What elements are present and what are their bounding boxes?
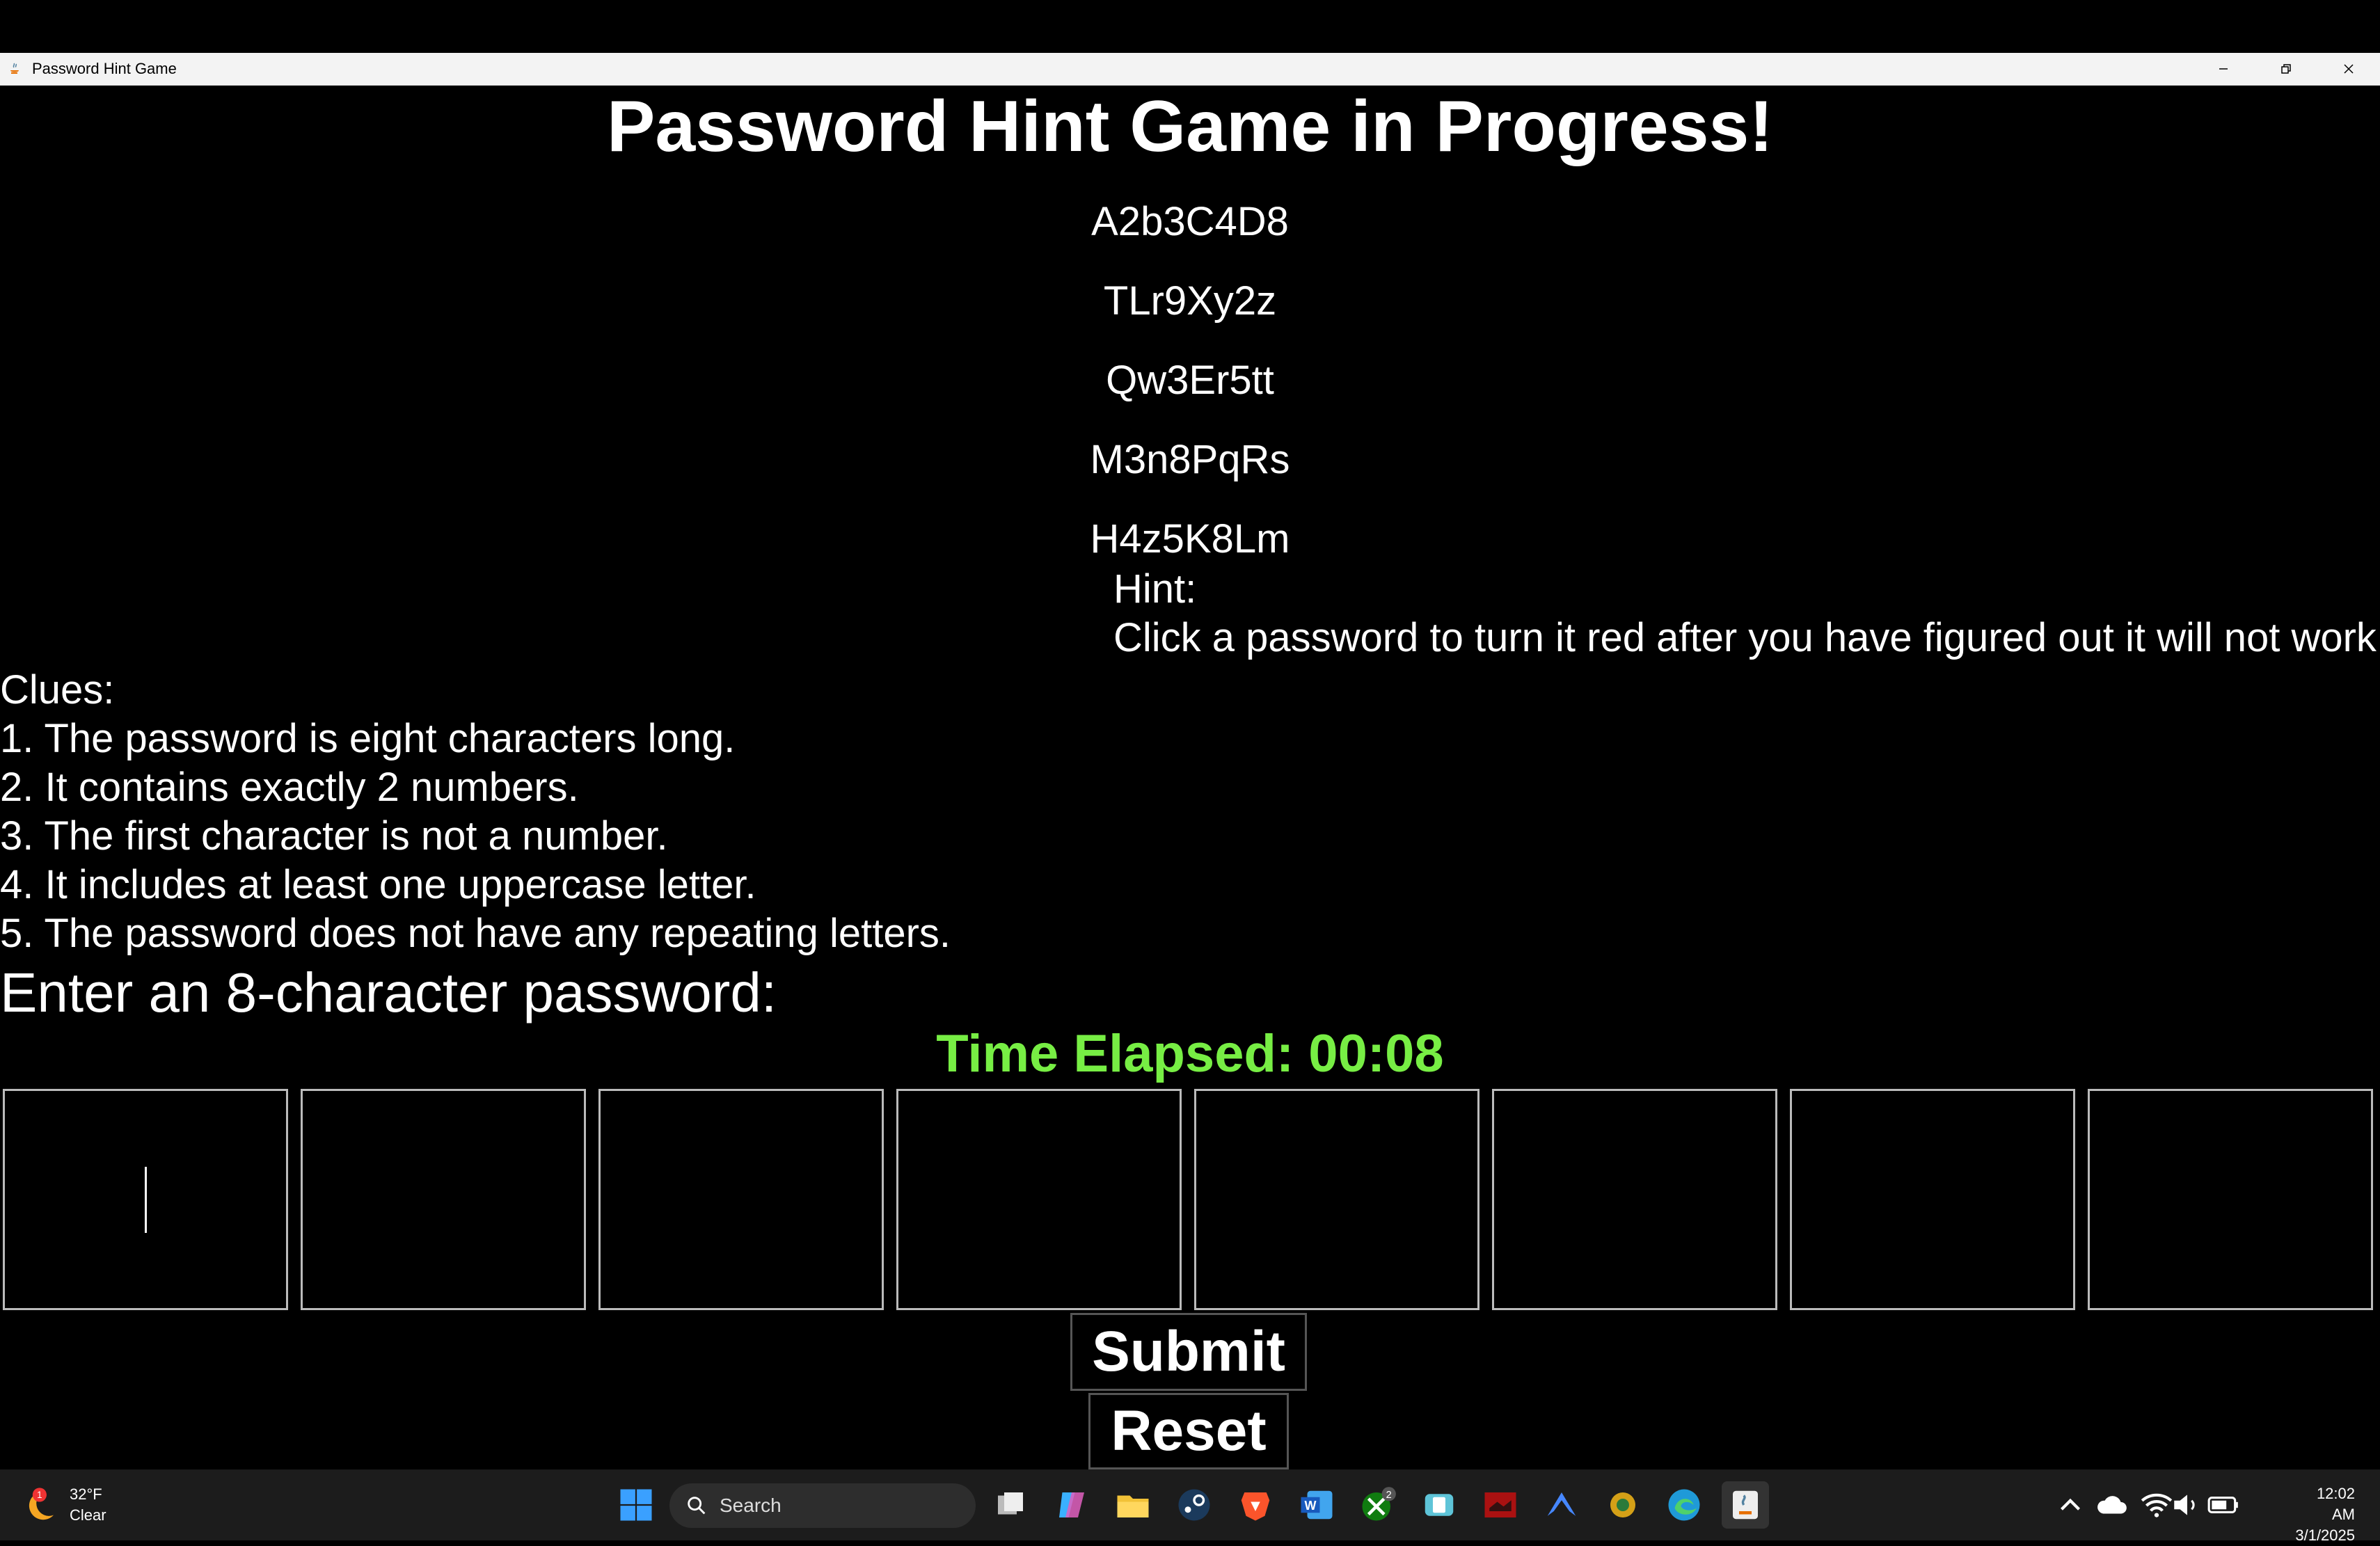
word-button[interactable]: W: [1293, 1481, 1340, 1529]
game-app-icon: [1484, 1492, 1516, 1517]
weather-temp: 32°F: [70, 1485, 102, 1503]
char-input-5[interactable]: [1194, 1089, 1479, 1310]
clue-item: 3. The first character is not a number.: [0, 813, 668, 859]
clue-item: 4. It includes at least one uppercase le…: [0, 862, 756, 907]
char-input-8[interactable]: [2088, 1089, 2373, 1310]
char-input-4[interactable]: [896, 1089, 1182, 1310]
windows-start-icon: [620, 1489, 652, 1521]
minimize-icon: [2219, 68, 2228, 70]
edge-button[interactable]: [1660, 1481, 1708, 1529]
java-app-taskbar-button[interactable]: [1722, 1481, 1769, 1529]
phone-link-icon: [1425, 1494, 1454, 1516]
clue-item: 1. The password is eight characters long…: [0, 716, 736, 761]
file-explorer-icon: [1117, 1495, 1149, 1517]
phone-link-button[interactable]: [1415, 1481, 1463, 1529]
minimize-button[interactable]: [2192, 53, 2255, 85]
cloud-icon: [2097, 1496, 2127, 1514]
char-input-2[interactable]: [301, 1089, 586, 1310]
moon-weather-icon: 1: [29, 1488, 54, 1520]
clock-date: 3/1/2025: [2295, 1527, 2355, 1544]
timer-text: Time Elapsed: 00:08: [936, 1024, 1444, 1083]
clues-label: Clues:: [0, 667, 115, 712]
copilot-button[interactable]: [1048, 1481, 1095, 1529]
taskbar-search[interactable]: Search: [669, 1483, 976, 1528]
window-title: Password Hint Game: [32, 60, 177, 77]
game-app-button[interactable]: [1477, 1481, 1524, 1529]
copilot-icon: [1059, 1492, 1084, 1517]
submit-button[interactable]: Submit: [1070, 1313, 1307, 1391]
taskbar: 1 32°F Clear Search W 2 12:02 AM 3/1/202…: [0, 1469, 2380, 1544]
desktop-band: [0, 0, 2380, 53]
java-app-icon: [4, 58, 25, 79]
xbox-badge: 2: [1386, 1490, 1392, 1501]
wifi-button[interactable]: [2139, 1481, 2174, 1529]
weather-desc: Clear: [70, 1506, 106, 1524]
reset-button[interactable]: Reset: [1088, 1393, 1289, 1469]
clues-block: Clues: 1. The password is eight characte…: [0, 666, 951, 958]
xbox-icon: 2: [1362, 1487, 1396, 1521]
password-input-row: [0, 1089, 2380, 1318]
java-app-icon: [1733, 1490, 1758, 1520]
hint-block: Hint: Click a password to turn it red af…: [1113, 565, 2380, 662]
nordvpn-button[interactable]: [1538, 1481, 1585, 1529]
chevron-up-icon: [2061, 1498, 2080, 1511]
password-option[interactable]: M3n8PqRs: [1051, 420, 1329, 500]
battery-button[interactable]: [2206, 1481, 2241, 1529]
steam-icon: [1178, 1489, 1210, 1521]
password-option[interactable]: Qw3Er5tt: [1051, 341, 1329, 420]
restore-icon: [2281, 64, 2291, 74]
tray-overflow-button[interactable]: [2053, 1481, 2088, 1529]
onedrive-button[interactable]: [2095, 1481, 2129, 1529]
task-view-icon: [998, 1492, 1023, 1515]
search-placeholder: Search: [720, 1495, 782, 1516]
task-view-button[interactable]: [987, 1481, 1034, 1529]
hint-text: Click a password to turn it red after yo…: [1113, 615, 2380, 660]
clock-time: 12:02 AM: [2316, 1485, 2355, 1523]
edge-icon: [1668, 1489, 1700, 1521]
clue-item: 2. It contains exactly 2 numbers.: [0, 765, 579, 810]
weather-widget[interactable]: 1 32°F Clear: [21, 1479, 106, 1531]
wifi-icon: [2141, 1493, 2173, 1517]
window-titlebar[interactable]: Password Hint Game: [0, 53, 2380, 86]
brave-icon: [1241, 1492, 1270, 1521]
game-panel: Password Hint Game in Progress! A2b3C4D8…: [0, 85, 2380, 1469]
file-explorer-button[interactable]: [1109, 1481, 1157, 1529]
search-icon: [688, 1497, 706, 1515]
password-prompt: Enter an 8-character password:: [0, 962, 777, 1023]
char-input-3[interactable]: [598, 1089, 884, 1310]
brave-button[interactable]: [1232, 1481, 1279, 1529]
char-input-6[interactable]: [1492, 1089, 1777, 1310]
snipping-button[interactable]: [1599, 1481, 1647, 1529]
xbox-button[interactable]: 2: [1354, 1481, 1402, 1529]
close-icon: [2344, 64, 2354, 74]
snipping-icon: [1610, 1492, 1635, 1517]
game-title: Password Hint Game in Progress!: [606, 86, 1774, 167]
word-icon: W: [1301, 1490, 1333, 1520]
battery-icon: [2207, 1497, 2238, 1513]
weather-badge: 1: [37, 1490, 42, 1500]
close-button[interactable]: [2317, 53, 2380, 85]
speaker-icon: [2174, 1495, 2195, 1515]
clue-item: 5. The password does not have any repeat…: [0, 911, 951, 956]
volume-button[interactable]: [2170, 1481, 2205, 1529]
start-button[interactable]: [612, 1481, 660, 1529]
svg-text:W: W: [1305, 1499, 1317, 1513]
steam-button[interactable]: [1171, 1481, 1218, 1529]
nordvpn-icon: [1547, 1492, 1576, 1516]
password-option[interactable]: A2b3C4D8: [1051, 182, 1329, 262]
taskbar-clock[interactable]: 12:02 AM 3/1/2025: [2295, 1483, 2355, 1546]
text-caret: [145, 1167, 147, 1233]
password-option[interactable]: TLr9Xy2z: [1051, 262, 1329, 341]
char-input-7[interactable]: [1790, 1089, 2075, 1310]
hint-label: Hint:: [1113, 566, 1197, 612]
restore-button[interactable]: [2255, 53, 2317, 85]
password-list: A2b3C4D8 TLr9Xy2z Qw3Er5tt M3n8PqRs H4z5…: [0, 182, 2380, 579]
